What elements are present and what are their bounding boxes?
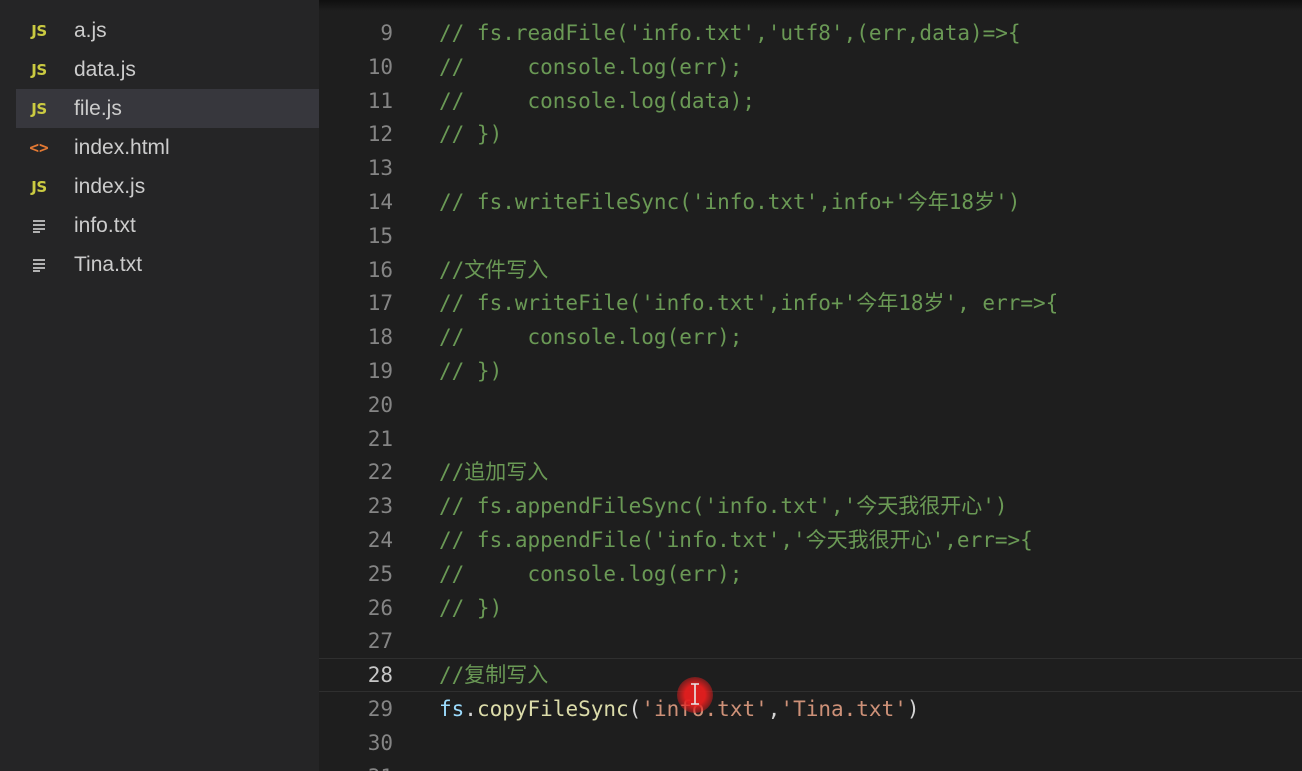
code-line-19[interactable]: 19 // }) [319,354,1302,388]
code-line-30[interactable]: 30 [319,726,1302,760]
code-line-16[interactable]: 16 //文件写入 [319,253,1302,287]
code-editor[interactable]: 9 // fs.readFile('info.txt','utf8',(err,d… [319,0,1302,771]
file-item-info-txt[interactable]: info.txt [16,206,319,245]
html-icon: <> [16,138,56,157]
code-line-17[interactable]: 17 // fs.writeFile('info.txt',info+'今年18岁… [319,286,1302,320]
js-icon: JS [16,22,56,40]
line-number: 23 [367,494,393,518]
code-text: // }) [439,359,503,383]
code-line-28[interactable]: 28 //复制写入 [319,658,1302,692]
file-item-index-html[interactable]: <> index.html [16,128,319,167]
line-number: 12 [367,122,393,146]
line-number: 25 [367,562,393,586]
code-text: // console.log(data); [439,89,756,113]
code-text: // fs.writeFile('info.txt',info+'今年18岁',… [439,291,1059,315]
line-number: 18 [367,325,393,349]
code-text: // }) [439,122,503,146]
code-line-15[interactable]: 15 [319,219,1302,253]
code-text: // fs.appendFileSync('info.txt','今天我很开心'… [439,494,1008,518]
code-line-14[interactable]: 14 // fs.writeFileSync('info.txt',info+'今… [319,185,1302,219]
icon-label: JS [31,60,47,79]
file-item-a-js[interactable]: JS a.js [16,11,319,50]
line-number: 19 [367,359,393,383]
code-token: 'Tina.txt' [780,697,907,721]
file-item-file-js[interactable]: JS file.js [16,89,319,128]
line-number: 10 [367,55,393,79]
code-line-10[interactable]: 10 // console.log(err); [319,50,1302,84]
line-number: 24 [367,528,393,552]
code-line-13[interactable]: 13 [319,151,1302,185]
code-line-31[interactable]: 31 [319,760,1302,771]
code-line-18[interactable]: 18 // console.log(err); [319,320,1302,354]
code-line-9[interactable]: 9 // fs.readFile('info.txt','utf8',(err,d… [319,16,1302,50]
code-text: // console.log(err); [439,325,743,349]
line-number: 27 [367,629,393,653]
line-number: 28 [367,663,393,687]
text-file-icon [16,257,56,273]
icon-label: JS [31,177,47,196]
line-number: 13 [367,156,393,180]
file-item-data-js[interactable]: JS data.js [16,50,319,89]
icon-label: JS [31,99,47,118]
icon-label: <> [29,138,49,157]
js-icon: JS [16,100,56,118]
code-text: // fs.appendFile('info.txt','今天我很开心',err… [439,528,1033,552]
code-line-24[interactable]: 24 // fs.appendFile('info.txt','今天我很开心',e… [319,523,1302,557]
file-name: index.html [74,135,170,159]
line-number: 17 [367,291,393,315]
line-number: 16 [367,258,393,282]
file-item-index-js[interactable]: JS index.js [16,167,319,206]
line-number: 22 [367,460,393,484]
file-name: info.txt [74,213,136,237]
file-name: index.js [74,174,146,198]
code-token: , [767,697,781,721]
code-text: // console.log(err); [439,562,743,586]
code-text: // fs.writeFileSync('info.txt',info+'今年1… [439,190,1021,214]
code-line-26[interactable]: 26 // }) [319,591,1302,625]
code-text: //复制写入 [439,663,549,687]
code-line-29[interactable]: 29fs.copyFileSync('info.txt','Tina.txt') [319,692,1302,726]
file-name: data.js [74,57,136,81]
line-number: 11 [367,89,393,113]
code-token: copyFileSync [476,697,629,721]
code-line-21[interactable]: 21 [319,422,1302,456]
line-number: 26 [367,596,393,620]
explorer-sidebar: JS a.js JS data.js JS file.js <> index.html JS in… [0,0,319,771]
code-token: ( [628,697,642,721]
line-number: 14 [367,190,393,214]
js-icon: JS [16,61,56,79]
code-text: // console.log(err); [439,55,743,79]
code-line-25[interactable]: 25 // console.log(err); [319,557,1302,591]
icon-label: JS [31,21,47,40]
line-number: 15 [367,224,393,248]
text-cursor-icon [691,683,699,705]
code-line-23[interactable]: 23 // fs.appendFileSync('info.txt','今天我很开… [319,489,1302,523]
vscode-window: JS a.js JS data.js JS file.js <> index.html JS in… [0,0,1302,771]
file-name: a.js [74,18,107,42]
text-file-icon [16,218,56,234]
code-token: ) [906,697,920,721]
code-line-27[interactable]: 27 [319,624,1302,658]
code-text: //追加写入 [439,460,549,484]
code-line-11[interactable]: 11 // console.log(data); [319,84,1302,118]
line-number: 31 [319,760,393,771]
code-token: fs [439,697,465,721]
editor-scroll-shadow [319,0,1302,11]
line-number: 9 [380,21,393,45]
code-text: //文件写入 [439,258,549,282]
code-token: . [464,697,477,721]
line-number: 20 [367,393,393,417]
file-name: file.js [74,96,122,120]
line-number: 21 [367,427,393,451]
file-name: Tina.txt [74,252,143,276]
file-item-tina-txt[interactable]: Tina.txt [16,245,319,284]
line-number: 29 [367,697,393,721]
line-number: 30 [367,731,393,755]
code-line-22[interactable]: 22 //追加写入 [319,455,1302,489]
code-line-12[interactable]: 12 // }) [319,117,1302,151]
code-text: // }) [439,596,503,620]
code-line-20[interactable]: 20 [319,388,1302,422]
code-text: // fs.readFile('info.txt','utf8',(err,da… [439,21,1021,45]
js-icon: JS [16,178,56,196]
